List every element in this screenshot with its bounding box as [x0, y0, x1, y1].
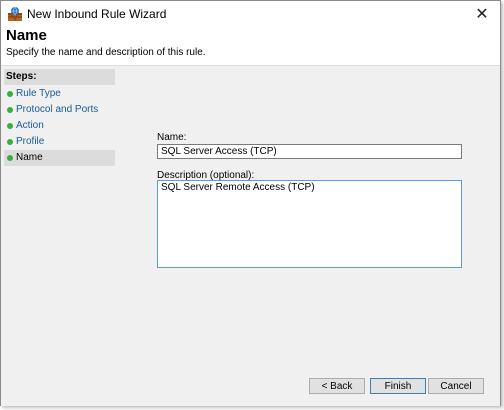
step-name[interactable]: Name	[4, 150, 115, 166]
cancel-button[interactable]: Cancel	[428, 378, 484, 394]
step-protocol-and-ports[interactable]: Protocol and Ports	[4, 102, 115, 118]
firewall-app-icon	[8, 6, 22, 21]
window-title: New Inbound Rule Wizard	[27, 7, 167, 21]
back-button[interactable]: < Back	[309, 378, 365, 394]
step-label: Profile	[16, 136, 45, 147]
title-bar[interactable]: New Inbound Rule Wizard ✕	[1, 1, 500, 27]
step-complete-dot-icon	[7, 123, 13, 129]
wizard-header: Name Specify the name and description of…	[1, 27, 500, 63]
close-button[interactable]: ✕	[468, 3, 496, 25]
step-profile[interactable]: Profile	[4, 134, 115, 150]
description-textarea[interactable]: SQL Server Remote Access (TCP)	[157, 180, 462, 268]
page-description: Specify the name and description of this…	[6, 47, 206, 58]
name-input[interactable]	[157, 144, 462, 159]
step-label: Name	[16, 152, 43, 163]
step-complete-dot-icon	[7, 91, 13, 97]
close-icon: ✕	[475, 6, 489, 23]
steps-title: Steps:	[4, 69, 115, 85]
step-label: Rule Type	[16, 88, 61, 99]
finish-button[interactable]: Finish	[370, 378, 426, 394]
main-pane: Name: Description (optional): SQL Server…	[119, 66, 500, 406]
page-title: Name	[6, 27, 47, 44]
step-action[interactable]: Action	[4, 118, 115, 134]
wizard-content: Steps: Rule Type Protocol and Ports Acti…	[1, 65, 500, 406]
step-label: Protocol and Ports	[16, 104, 99, 115]
steps-pane: Steps: Rule Type Protocol and Ports Acti…	[1, 66, 117, 406]
name-label: Name:	[157, 132, 187, 143]
step-label: Action	[16, 120, 44, 131]
step-complete-dot-icon	[7, 107, 13, 113]
step-current-dot-icon	[7, 155, 13, 161]
step-rule-type[interactable]: Rule Type	[4, 86, 115, 102]
wizard-window: New Inbound Rule Wizard ✕ Name Specify t…	[0, 0, 501, 406]
step-complete-dot-icon	[7, 139, 13, 145]
